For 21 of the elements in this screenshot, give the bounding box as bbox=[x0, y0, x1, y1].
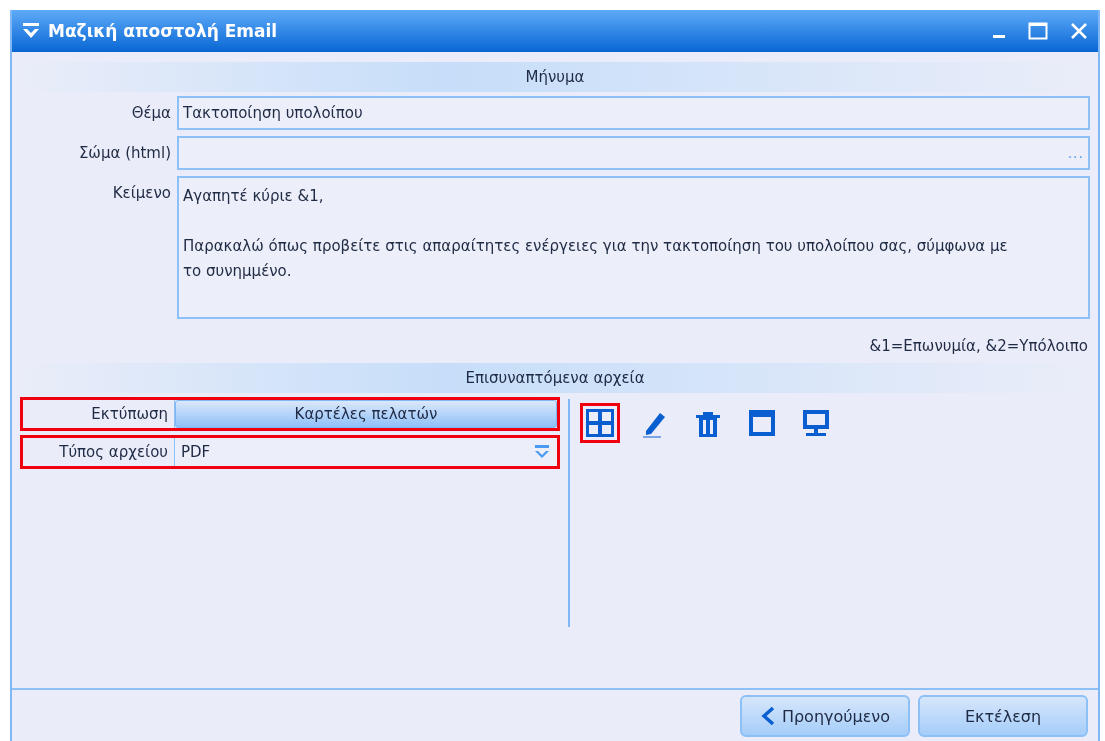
chevron-left-icon bbox=[759, 706, 776, 726]
section-title: Επισυναπτόμενα αρχεία bbox=[464, 369, 646, 387]
placeholder-legend: &1=Επωνυμία, &2=Υπόλοιπο bbox=[869, 337, 1088, 355]
window-title: Μαζική αποστολή Email bbox=[48, 21, 279, 41]
grid-plus-icon bbox=[584, 407, 616, 439]
execute-button[interactable]: Εκτέλεση bbox=[918, 695, 1088, 737]
subject-field[interactable]: Τακτοποίηση υπολοίπου bbox=[177, 96, 1090, 130]
close-icon[interactable] bbox=[1070, 22, 1088, 40]
field-label: Σώμα (html) bbox=[77, 143, 171, 164]
text-area[interactable]: Αγαπητέ κύριε &1, Παρακαλώ όπως προβείτε στις απαραίτητες ενέργειες για την τακτοποίηση του υπολοίπου σας, σύμφωνα με το συνημμένο. bbox=[177, 176, 1090, 319]
field-label: Κείμενο bbox=[111, 183, 171, 204]
window-icon bbox=[746, 407, 778, 439]
add-tool-button[interactable] bbox=[580, 403, 620, 443]
monitor-icon bbox=[800, 407, 832, 439]
field-label: Θέμα bbox=[130, 103, 171, 124]
maximize-icon[interactable] bbox=[1028, 22, 1048, 40]
chevron-down-icon[interactable] bbox=[22, 22, 40, 40]
previous-button[interactable]: Προηγούμενο bbox=[740, 695, 910, 737]
section-title: Μήνυμα bbox=[524, 68, 586, 86]
print-button[interactable]: Καρτέλες πελατών bbox=[175, 400, 557, 428]
dropdown-arrow-icon bbox=[533, 443, 551, 461]
